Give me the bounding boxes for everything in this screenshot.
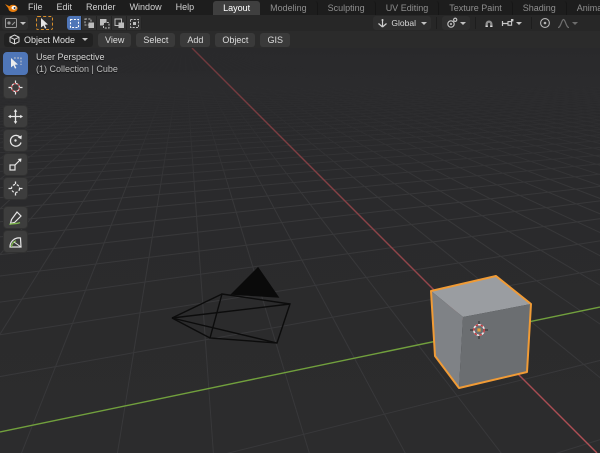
select-mode-subtract-icon xyxy=(99,18,109,28)
topbar-menus: File Edit Render Window Help xyxy=(21,0,201,15)
tool-select-box-button[interactable] xyxy=(3,52,28,75)
viewport-3d[interactable]: User Perspective (1) Collection | Cube xyxy=(0,39,600,453)
topbar: File Edit Render Window Help Layout Modeling S… xyxy=(0,0,600,15)
tool-transform-button[interactable] xyxy=(3,177,28,200)
select-mode-intersect[interactable] xyxy=(127,16,142,30)
cube-icon xyxy=(9,34,20,45)
tool-rotate-button[interactable] xyxy=(3,129,28,152)
viewport-menu-gis[interactable]: GIS xyxy=(260,32,290,47)
toolrow-right-cluster: Global xyxy=(373,16,582,30)
active-tool-button[interactable] xyxy=(36,16,53,30)
select-mode-extend-icon xyxy=(84,18,94,28)
select-mode-new-icon xyxy=(69,18,79,28)
rotate-icon xyxy=(9,134,22,147)
orientation-axes-icon xyxy=(378,18,388,27)
select-mode-intersect-icon xyxy=(129,18,139,28)
select-mode-extend[interactable] xyxy=(82,16,97,30)
menu-edit[interactable]: Edit xyxy=(50,0,80,15)
cursor-icon xyxy=(8,80,23,95)
annotate-icon xyxy=(9,211,22,225)
snap-target-icon xyxy=(501,18,514,26)
tool-move-button[interactable] xyxy=(3,105,28,128)
tool-measure-button[interactable] xyxy=(3,230,28,253)
workspace-tabs: Layout Modeling Sculpting UV Editing Texture… xyxy=(213,0,600,15)
separator xyxy=(436,17,437,29)
select-mode-invert-icon xyxy=(114,18,124,28)
tab-animation[interactable]: Animation xyxy=(567,1,600,15)
move-icon xyxy=(8,109,23,124)
transform-orientation-dropdown[interactable]: Global xyxy=(373,16,431,30)
viewport-menu-add[interactable]: Add xyxy=(180,32,211,47)
viewport-menu-select[interactable]: Select xyxy=(136,32,176,47)
tab-uv-editing[interactable]: UV Editing xyxy=(376,1,440,15)
blender-window: File Edit Render Window Help Layout Modeling S… xyxy=(0,0,600,453)
object-mode-dropdown[interactable]: Object Mode xyxy=(4,32,94,47)
menu-render[interactable]: Render xyxy=(79,0,123,15)
menu-window[interactable]: Window xyxy=(123,0,169,15)
menu-help[interactable]: Help xyxy=(169,0,202,15)
toolshelf xyxy=(3,52,28,254)
cursor-arrow-icon xyxy=(41,18,48,29)
pivot-point-dropdown[interactable] xyxy=(442,16,470,30)
falloff-dropdown[interactable] xyxy=(553,16,582,30)
viewport-header: Object Mode View Select Add Object GIS xyxy=(0,31,600,48)
scale-icon xyxy=(9,158,22,171)
snap-with-dropdown[interactable] xyxy=(497,16,526,30)
chevron-down-icon xyxy=(421,21,427,25)
viewport-menu-view[interactable]: View xyxy=(98,32,132,47)
editor-type-button[interactable] xyxy=(2,16,28,30)
select-mode-new[interactable] xyxy=(67,16,82,30)
separator xyxy=(531,17,532,29)
snap-toggle-button[interactable] xyxy=(481,16,497,30)
tab-texture-paint[interactable]: Texture Paint xyxy=(439,1,513,15)
pivot-point-icon xyxy=(447,17,458,28)
select-box-icon xyxy=(11,57,22,69)
chevron-down-icon xyxy=(516,21,522,25)
mode-label: Object Mode xyxy=(24,34,76,45)
orientation-label: Global xyxy=(391,18,416,28)
menu-file[interactable]: File xyxy=(21,0,50,15)
transform-icon xyxy=(8,181,23,196)
proportional-editing-toggle[interactable] xyxy=(537,16,553,30)
grid-fade xyxy=(0,48,600,198)
magnet-icon xyxy=(485,20,493,27)
blender-logo-icon[interactable] xyxy=(4,1,19,14)
chevron-down-icon xyxy=(82,38,89,41)
tab-shading[interactable]: Shading xyxy=(513,1,567,15)
proportional-circle-icon xyxy=(540,18,550,28)
select-mode-group xyxy=(67,16,142,30)
tool-cursor-button[interactable] xyxy=(3,76,28,99)
scene-canvas[interactable] xyxy=(0,39,600,453)
measure-icon xyxy=(9,237,22,248)
viewport-menu-object[interactable]: Object xyxy=(215,32,256,47)
tool-annotate-button[interactable] xyxy=(3,206,28,229)
tool-settings-bar: Global xyxy=(0,15,600,31)
chevron-down-icon xyxy=(572,21,578,25)
select-mode-subtract[interactable] xyxy=(97,16,112,30)
tab-sculpting[interactable]: Sculpting xyxy=(318,1,376,15)
tab-layout[interactable]: Layout xyxy=(213,1,261,15)
select-mode-invert[interactable] xyxy=(112,16,127,30)
tab-modeling[interactable]: Modeling xyxy=(260,1,318,15)
falloff-curve-icon xyxy=(557,18,570,28)
chevron-down-icon xyxy=(20,21,26,25)
editor-type-icon xyxy=(5,18,17,28)
separator xyxy=(475,17,476,29)
tool-scale-button[interactable] xyxy=(3,153,28,176)
viewport-menus: View Select Add Object GIS xyxy=(93,32,290,47)
chevron-down-icon xyxy=(460,21,466,25)
